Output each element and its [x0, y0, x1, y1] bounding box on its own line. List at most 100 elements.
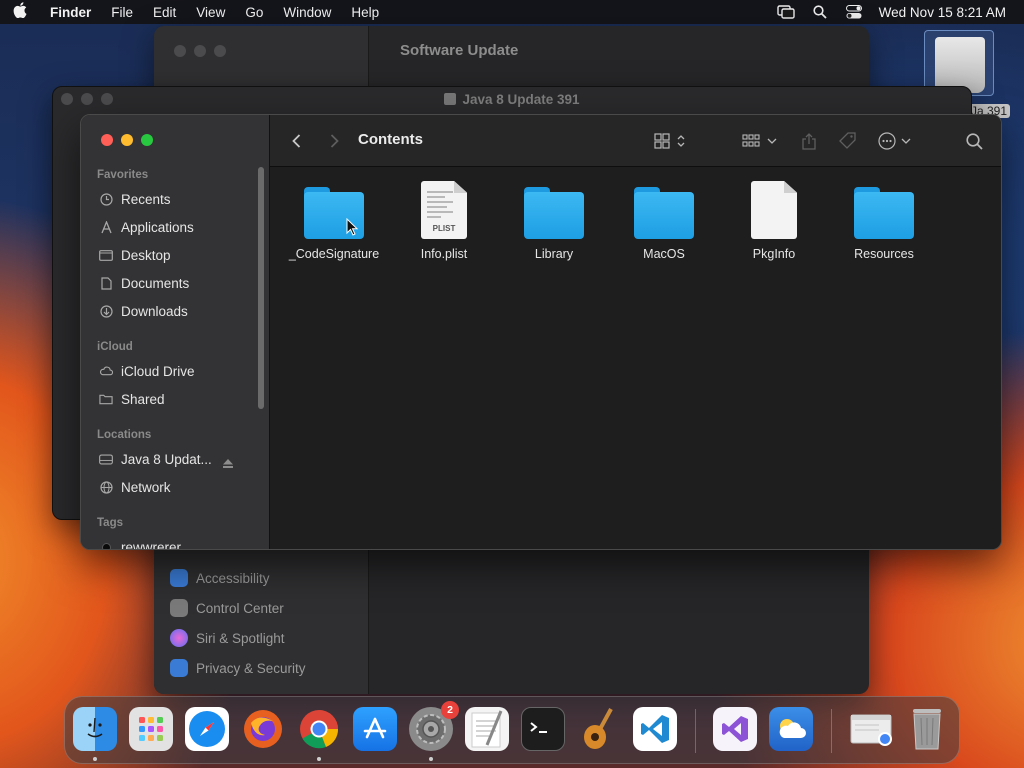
share-icon[interactable]	[800, 129, 818, 153]
menu-view[interactable]: View	[186, 5, 235, 20]
tag-icon[interactable]	[838, 129, 858, 153]
apple-menu-icon[interactable]	[0, 2, 40, 22]
terminal-icon[interactable]	[521, 707, 565, 751]
search-icon[interactable]	[964, 129, 984, 153]
settings-item-label: Control Center	[196, 600, 284, 616]
sidebar-item-documents[interactable]: Documents	[99, 271, 189, 295]
menu-go[interactable]: Go	[235, 5, 273, 20]
guitar-icon[interactable]	[577, 707, 621, 751]
control-center-icon[interactable]	[837, 0, 871, 24]
trash-icon[interactable]	[905, 707, 949, 751]
sidebar-item-label: Downloads	[121, 303, 188, 319]
file-label: Resources	[854, 247, 914, 261]
screen-mirroring-icon[interactable]	[769, 0, 803, 24]
settings-window-title: Software Update	[400, 42, 519, 59]
hand-icon	[170, 659, 188, 677]
forward-button[interactable]	[326, 129, 342, 153]
shared-folder-icon	[99, 392, 113, 406]
group-by-icon[interactable]	[742, 129, 780, 153]
sidebar-item-tag[interactable]: rewwrerer	[99, 535, 181, 549]
clock-icon	[99, 192, 113, 206]
disk-icon	[99, 452, 113, 466]
document-icon	[99, 276, 113, 290]
textedit-icon[interactable]	[465, 707, 509, 751]
file-label: Info.plist	[420, 247, 468, 261]
zoom-button[interactable]	[101, 93, 113, 105]
sidebar-item-desktop[interactable]: Desktop	[99, 243, 171, 267]
sidebar-scrollbar[interactable]	[258, 167, 264, 409]
more-actions-icon[interactable]	[878, 129, 914, 153]
sidebar-item-downloads[interactable]: Downloads	[99, 299, 188, 323]
dock: 2	[64, 696, 960, 764]
sidebar-item-shared[interactable]: Shared	[99, 387, 165, 411]
document-icon	[751, 181, 797, 239]
finder-window-title: Contents	[358, 131, 423, 148]
download-icon	[99, 304, 113, 318]
sidebar-item-icloud-drive[interactable]: iCloud Drive	[99, 359, 195, 383]
visual-studio-icon[interactable]	[713, 707, 757, 751]
applications-icon	[99, 220, 113, 234]
menu-bar: Finder File Edit View Go Window Help Wed…	[0, 0, 1024, 24]
sidebar-item-label: Desktop	[121, 247, 171, 263]
favorites-header: Favorites	[97, 169, 149, 181]
settings-item-privacy[interactable]: Privacy & Security	[170, 656, 306, 680]
file-item-macos[interactable]: MacOS	[609, 181, 719, 271]
settings-item-label: Privacy & Security	[196, 660, 306, 676]
dock-separator	[695, 709, 696, 753]
file-item-codesignature[interactable]: _CodeSignature	[279, 181, 389, 271]
close-button[interactable]	[101, 134, 113, 146]
launchpad-icon[interactable]	[129, 707, 173, 751]
menu-help[interactable]: Help	[341, 5, 389, 20]
sidebar-item-java-disk[interactable]: Java 8 Updat...	[99, 447, 212, 471]
accessibility-icon	[170, 569, 188, 587]
minimize-button[interactable]	[121, 134, 133, 146]
close-button[interactable]	[61, 93, 73, 105]
browser-window-icon[interactable]	[849, 707, 893, 751]
back-button[interactable]	[288, 129, 304, 153]
minimize-button[interactable]	[194, 45, 206, 57]
firefox-icon[interactable]	[241, 707, 285, 751]
file-label: PkgInfo	[752, 247, 796, 261]
finder-window: Favorites Recents Applications Desktop D…	[80, 114, 1002, 550]
file-item-resources[interactable]: Resources	[829, 181, 939, 271]
file-item-info-plist[interactable]: PLIST Info.plist	[389, 181, 499, 271]
finder-icon[interactable]	[73, 707, 117, 751]
minimize-button[interactable]	[81, 93, 93, 105]
sidebar-item-label: Network	[121, 479, 171, 495]
view-mode-icon[interactable]	[654, 129, 690, 153]
menu-file[interactable]: File	[101, 5, 143, 20]
file-item-pkginfo[interactable]: PkgInfo	[719, 181, 829, 271]
settings-gear-icon[interactable]: 2	[409, 701, 459, 751]
globe-icon	[99, 480, 113, 494]
zoom-button[interactable]	[214, 45, 226, 57]
settings-item-siri[interactable]: Siri & Spotlight	[170, 626, 285, 650]
settings-item-label: Siri & Spotlight	[196, 630, 285, 646]
tag-dot-icon	[99, 540, 113, 549]
weather-icon[interactable]	[769, 707, 813, 751]
chrome-icon[interactable]	[297, 707, 341, 751]
safari-icon[interactable]	[185, 707, 229, 751]
sidebar-item-recents[interactable]: Recents	[99, 187, 171, 211]
close-button[interactable]	[174, 45, 186, 57]
app-store-icon[interactable]	[353, 707, 397, 751]
file-item-library[interactable]: Library	[499, 181, 609, 271]
running-indicator	[429, 757, 433, 761]
menu-window[interactable]: Window	[273, 5, 341, 20]
menu-app-name[interactable]: Finder	[40, 5, 101, 20]
settings-item-accessibility[interactable]: Accessibility	[170, 566, 270, 590]
notification-badge: 2	[441, 701, 459, 719]
menu-edit[interactable]: Edit	[143, 5, 186, 20]
settings-item-control-center[interactable]: Control Center	[170, 596, 284, 620]
eject-icon[interactable]	[223, 455, 233, 473]
locations-header: Locations	[97, 429, 152, 441]
sidebar-item-label: Shared	[121, 391, 165, 407]
zoom-button[interactable]	[141, 134, 153, 146]
running-indicator	[317, 757, 321, 761]
vscode-icon[interactable]	[633, 707, 677, 751]
menu-clock[interactable]: Wed Nov 15 8:21 AM	[871, 5, 1024, 20]
spotlight-search-icon[interactable]	[803, 0, 837, 24]
cloud-icon	[99, 364, 113, 378]
sidebar-item-label: iCloud Drive	[121, 363, 195, 379]
sidebar-item-applications[interactable]: Applications	[99, 215, 194, 239]
sidebar-item-network[interactable]: Network	[99, 475, 171, 499]
